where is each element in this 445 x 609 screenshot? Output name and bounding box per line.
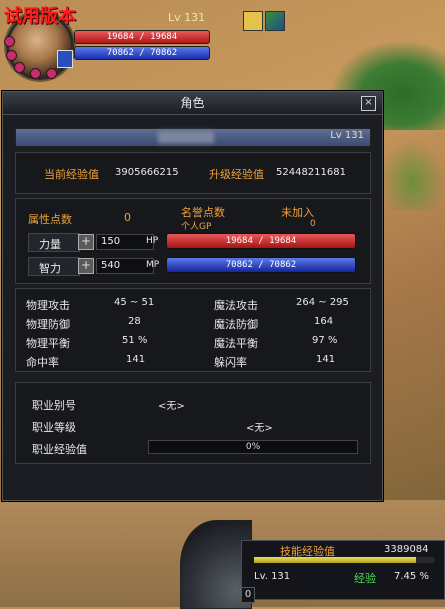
next-exp-value: 52448211681: [276, 167, 346, 178]
phys-defense-value: 28: [128, 316, 141, 327]
phys-attack-label: 物理攻击: [26, 299, 70, 312]
job-alias-label: 职业别号: [32, 399, 76, 412]
zero-indicator: 0: [241, 587, 255, 603]
hud-mp-bar: 70862 / 70862: [74, 46, 210, 60]
job-exp-label: 职业经验值: [32, 443, 87, 456]
intelligence-label: 智力: [39, 262, 61, 275]
buff-chest-icon[interactable]: [243, 11, 263, 31]
combat-stats-section: 物理攻击 45 ~ 51 物理防御 28 物理平衡 51 % 命中率 141 魔…: [15, 288, 371, 372]
add-intelligence-button[interactable]: +: [78, 258, 94, 274]
strength-label: 力量: [39, 238, 61, 251]
magic-balance-label: 魔法平衡: [214, 337, 258, 350]
hud-menu-dot-icon[interactable]: [46, 68, 57, 79]
job-alias-value: <无>: [158, 401, 185, 412]
phys-balance-label: 物理平衡: [26, 337, 70, 350]
job-level-value: <无>: [246, 423, 273, 434]
phys-defense-label: 物理防御: [26, 318, 70, 331]
magic-defense-value: 164: [314, 316, 334, 327]
job-exp-bar: 0%: [148, 440, 358, 454]
close-icon[interactable]: ×: [361, 96, 376, 111]
hit-rate-value: 141: [126, 354, 146, 365]
player-hud: 试用版本 Lv 131 19684 / 19684 70862 / 70862: [0, 0, 220, 82]
character-level: Lv 131: [330, 130, 364, 141]
exp-panel: 技能经验值 3389084 Lv. 131 经验 7.45 %: [241, 540, 445, 600]
hit-rate-label: 命中率: [26, 356, 59, 369]
evasion-value: 141: [316, 354, 336, 365]
job-level-label: 职业等级: [32, 421, 76, 434]
current-exp-value: 3905666215: [115, 167, 179, 178]
fame-points-value: 未加入: [281, 206, 314, 219]
fame-points-label: 名誉点数: [181, 206, 225, 219]
magic-balance-value: 97 %: [312, 335, 338, 346]
attributes-section: 属性点数 0 名誉点数 未加入 个人GP 0 力量 + 150 HP 19684…: [15, 198, 371, 284]
window-title: 角色: [3, 92, 382, 115]
hud-hp-bar: 19684 / 19684: [74, 30, 210, 44]
character-name-bar: Lv 131: [15, 128, 371, 147]
bottom-level: Lv. 131: [254, 571, 291, 582]
add-strength-button[interactable]: +: [78, 234, 94, 250]
magic-defense-label: 魔法防御: [214, 318, 258, 331]
hud-menu-dot-icon[interactable]: [4, 36, 15, 47]
evasion-label: 躲闪率: [214, 356, 247, 369]
attr-points-value: 0: [124, 211, 131, 224]
buff-sword-icon[interactable]: [265, 11, 285, 31]
exp-value: 7.45 %: [394, 571, 429, 582]
personal-gp-value: 0: [310, 219, 316, 229]
hud-menu-dot-icon[interactable]: [14, 62, 25, 73]
hp-tag: HP: [146, 236, 159, 246]
magic-attack-label: 魔法攻击: [214, 299, 258, 312]
personal-gp-label: 个人GP: [181, 222, 212, 232]
skill-exp-bar: [254, 557, 434, 563]
hud-menu-dot-icon[interactable]: [30, 68, 41, 79]
hud-level: Lv 131: [168, 11, 206, 24]
version-label: 试用版本: [4, 6, 76, 27]
mp-bar: 70862 / 70862: [166, 257, 356, 273]
phys-balance-value: 51 %: [122, 335, 148, 346]
phys-attack-value: 45 ~ 51: [114, 297, 155, 308]
current-exp-label: 当前经验值: [44, 168, 99, 181]
grass: [380, 140, 445, 210]
intelligence-label-box: 智力: [28, 257, 80, 276]
exp-section: 当前经验值 3905666215 升级经验值 52448211681: [15, 152, 371, 194]
exp-label: 经验: [354, 572, 376, 585]
attr-points-label: 属性点数: [28, 213, 72, 226]
magic-attack-value: 264 ~ 295: [296, 297, 349, 308]
skill-exp-value: 3389084: [384, 544, 429, 555]
character-name-blurred: [158, 131, 214, 143]
character-window: 角色 × Lv 131 当前经验值 3905666215 升级经验值 52448…: [2, 91, 383, 501]
hp-bar: 19684 / 19684: [166, 233, 356, 249]
job-section: 职业别号 <无> 职业等级 <无> 职业经验值 0%: [15, 382, 371, 464]
mp-tag: MP: [146, 260, 160, 270]
next-exp-label: 升级经验值: [209, 168, 264, 181]
hud-menu-dot-icon[interactable]: [6, 50, 17, 61]
guild-shield-icon[interactable]: [57, 50, 73, 68]
strength-label-box: 力量: [28, 233, 80, 252]
